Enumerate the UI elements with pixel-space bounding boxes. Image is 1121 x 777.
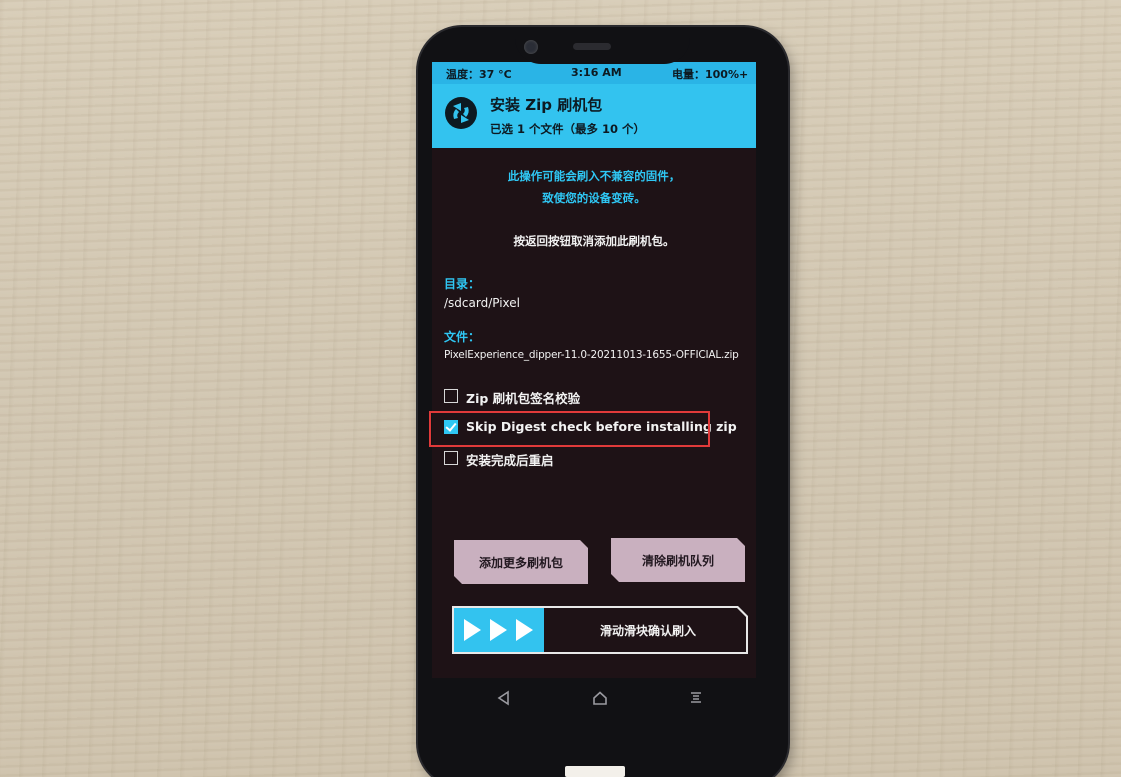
page-title: 安装 Zip 刷机包 <box>490 96 603 114</box>
page-header: 安装 Zip 刷机包 已选 1 个文件（最多 10 个） <box>432 84 756 148</box>
temperature-status: 温度：37 °C <box>446 68 512 81</box>
checkbox-reboot-after-install[interactable] <box>444 451 458 465</box>
highlight-annotation-box <box>429 411 710 447</box>
checkbox-zip-signature[interactable] <box>444 389 458 403</box>
navigation-bar <box>432 686 756 714</box>
warning-line-1: 此操作可能会刷入不兼容的固件， <box>507 169 681 183</box>
option-label: 安装完成后重启 <box>466 453 554 468</box>
slider-handle[interactable] <box>454 608 544 652</box>
option-label: Zip 刷机包签名校验 <box>466 391 581 406</box>
option-reboot-after-install[interactable]: 安装完成后重启 <box>444 449 744 469</box>
page-subtitle: 已选 1 个文件（最多 10 个） <box>490 122 646 136</box>
folder-label: 目录： <box>444 277 481 291</box>
add-more-zips-button[interactable]: 添加更多刷机包 <box>454 540 588 584</box>
clear-zip-queue-button[interactable]: 清除刷机队列 <box>611 538 745 582</box>
front-camera <box>524 40 538 54</box>
menu-icon[interactable] <box>684 686 708 710</box>
back-button-note: 按返回按钮取消添加此刷机包。 <box>513 234 675 248</box>
option-zip-signature-verification[interactable]: Zip 刷机包签名校验 <box>444 387 744 407</box>
battery-status: 电量：100%+ <box>672 68 749 81</box>
file-name: PixelExperience_dipper-11.0-20211013-165… <box>444 349 739 361</box>
back-triangle-icon[interactable] <box>492 686 516 710</box>
arrow-right-icon <box>516 619 533 641</box>
twrp-logo-icon <box>445 97 477 129</box>
file-label: 文件： <box>444 330 481 344</box>
clock: 3:16 AM <box>571 66 622 79</box>
earpiece-speaker <box>573 43 611 50</box>
arrow-right-icon <box>490 619 507 641</box>
twrp-install-screen: 温度：37 °C 3:16 AM 电量：100%+ 安装 Zip 刷机包 已选 … <box>432 62 756 678</box>
folder-path: /sdcard/Pixel <box>444 296 521 310</box>
status-bar: 温度：37 °C 3:16 AM 电量：100%+ <box>432 62 756 84</box>
slider-label: 滑动滑块确认刷入 <box>599 623 696 638</box>
swipe-to-flash-slider[interactable]: 滑动滑块确认刷入 <box>452 606 748 654</box>
table-reflection <box>565 766 625 777</box>
arrow-right-icon <box>464 619 481 641</box>
home-icon[interactable] <box>588 686 612 710</box>
warning-line-2: 致使您的设备变砖。 <box>542 191 646 205</box>
